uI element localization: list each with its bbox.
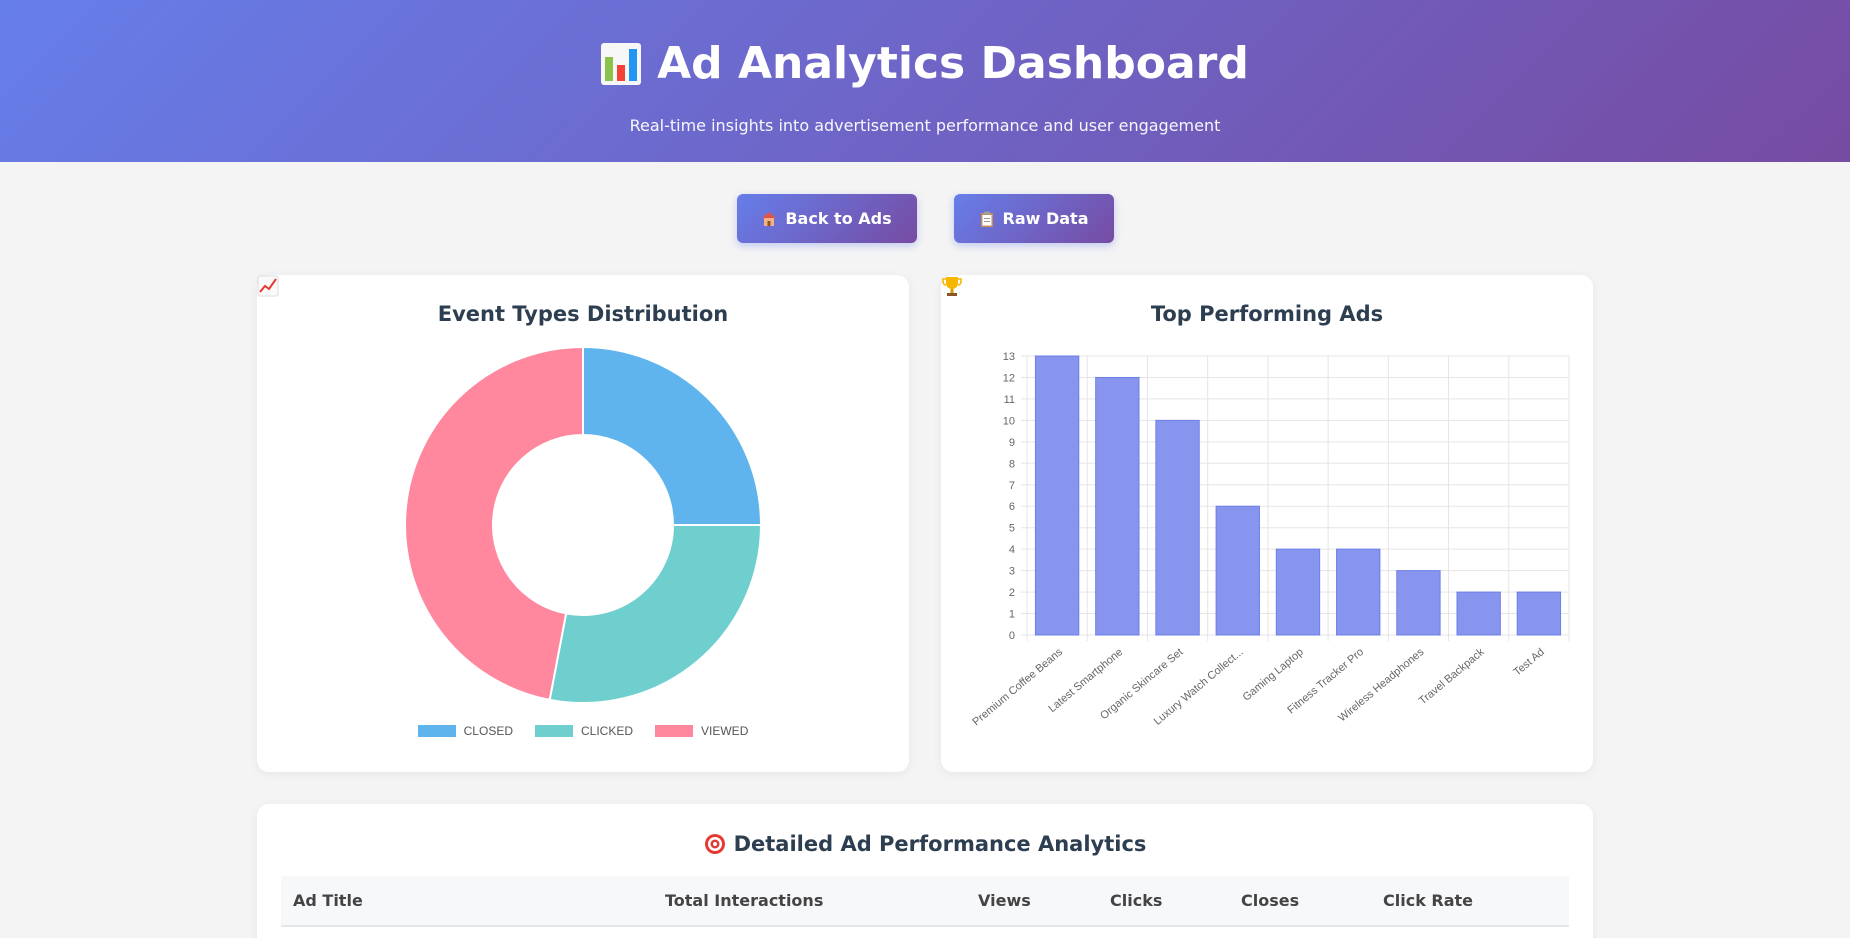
bar-chart-icon xyxy=(601,43,642,85)
charts-row: Event Types Distribution CLOSED CLICKED … xyxy=(257,275,1850,772)
y-tick-label: 2 xyxy=(1009,587,1015,599)
bar-5[interactable] xyxy=(1275,548,1321,636)
column-header-ad-title[interactable]: Ad Title xyxy=(281,876,653,927)
bar-9[interactable] xyxy=(1516,591,1562,636)
house-icon xyxy=(762,211,777,226)
bar-7[interactable] xyxy=(1396,570,1441,636)
x-tick-label: Test Ad xyxy=(1511,646,1546,678)
bar-1[interactable] xyxy=(1034,355,1080,636)
table-header-row: Ad Title Total Interactions Views Clicks… xyxy=(281,876,1569,927)
y-tick-label: 5 xyxy=(1009,523,1015,535)
bar-8[interactable] xyxy=(1456,591,1501,636)
y-tick-label: 6 xyxy=(1009,501,1015,513)
raw-data-label: Raw Data xyxy=(1002,209,1089,228)
ad-performance-table: Ad Title Total Interactions Views Clicks… xyxy=(281,876,1569,927)
y-tick-label: 4 xyxy=(1009,544,1015,556)
donut-slice-closed[interactable] xyxy=(582,345,763,526)
legend-swatch-viewed xyxy=(655,725,694,737)
y-tick-label: 11 xyxy=(1004,394,1015,406)
y-tick-label: 8 xyxy=(1009,458,1015,470)
donut-slice-viewed[interactable] xyxy=(404,345,584,702)
bar-4[interactable] xyxy=(1215,505,1260,636)
y-tick-label: 13 xyxy=(1003,351,1015,363)
y-tick-label: 0 xyxy=(1009,630,1015,642)
legend-swatch-clicked xyxy=(535,725,573,737)
page-title-text: Ad Analytics Dashboard xyxy=(657,38,1249,89)
legend-label-viewed: VIEWED xyxy=(701,724,749,738)
target-icon xyxy=(704,834,725,854)
y-tick-label: 1 xyxy=(1009,609,1015,621)
action-bar: Back to Ads Raw Data xyxy=(0,194,1850,243)
legend-item-clicked[interactable]: CLICKED xyxy=(535,724,633,738)
page-title: Ad Analytics Dashboard xyxy=(0,36,1850,92)
y-tick-label: 10 xyxy=(1003,415,1015,427)
y-tick-label: 12 xyxy=(1003,372,1015,384)
column-header-click-rate[interactable]: Click Rate xyxy=(1371,876,1569,927)
legend-label-clicked: CLICKED xyxy=(581,724,634,738)
dashboard-header: Ad Analytics Dashboard Real-time insight… xyxy=(0,0,1850,162)
x-tick-label: Premium Coffee Beans xyxy=(970,646,1065,728)
bar-6[interactable] xyxy=(1336,548,1381,636)
clipboard-icon xyxy=(980,211,993,227)
donut-slice-clicked[interactable] xyxy=(548,524,763,704)
column-header-total-interactions[interactable]: Total Interactions xyxy=(653,876,966,927)
x-tick-label: Gaming Laptop xyxy=(1241,646,1306,704)
event-types-card: Event Types Distribution CLOSED CLICKED … xyxy=(257,275,909,772)
back-to-ads-button[interactable]: Back to Ads xyxy=(736,194,917,243)
y-tick-label: 7 xyxy=(1009,480,1015,492)
ad-performance-title: Detailed Ad Performance Analytics xyxy=(257,804,1593,856)
column-header-clicks[interactable]: Clicks xyxy=(1098,876,1229,927)
ad-performance-card: Detailed Ad Performance Analytics Ad Tit… xyxy=(257,804,1593,938)
ad-performance-title-text: Detailed Ad Performance Analytics xyxy=(733,832,1147,856)
legend-item-closed[interactable]: CLOSED xyxy=(417,724,513,738)
event-types-donut-chart xyxy=(404,345,763,704)
x-tick-label: Travel Backpack xyxy=(1417,646,1487,708)
y-tick-label: 3 xyxy=(1009,566,1015,578)
raw-data-button[interactable]: Raw Data xyxy=(953,194,1114,243)
event-types-legend: CLOSED CLICKED VIEWED xyxy=(257,724,909,738)
back-to-ads-label: Back to Ads xyxy=(785,209,892,228)
legend-item-viewed[interactable]: VIEWED xyxy=(655,724,748,738)
top-ads-bar-chart: 012345678910111213Premium Coffee BeansLa… xyxy=(970,351,1570,728)
page-subtitle: Real-time insights into advertisement pe… xyxy=(629,116,1221,135)
top-ads-card: Top Performing Ads 0 1 2 3 4 5 6 7 8 9 10 11 12 13 Pre… xyxy=(941,275,1593,772)
bar-2[interactable] xyxy=(1095,376,1140,636)
column-header-closes[interactable]: Closes xyxy=(1229,876,1371,927)
y-tick-label: 9 xyxy=(1009,437,1015,449)
legend-swatch-closed xyxy=(417,725,456,737)
bar-3[interactable] xyxy=(1155,419,1200,636)
column-header-views[interactable]: Views xyxy=(966,876,1098,927)
legend-label-closed: CLOSED xyxy=(463,724,513,738)
